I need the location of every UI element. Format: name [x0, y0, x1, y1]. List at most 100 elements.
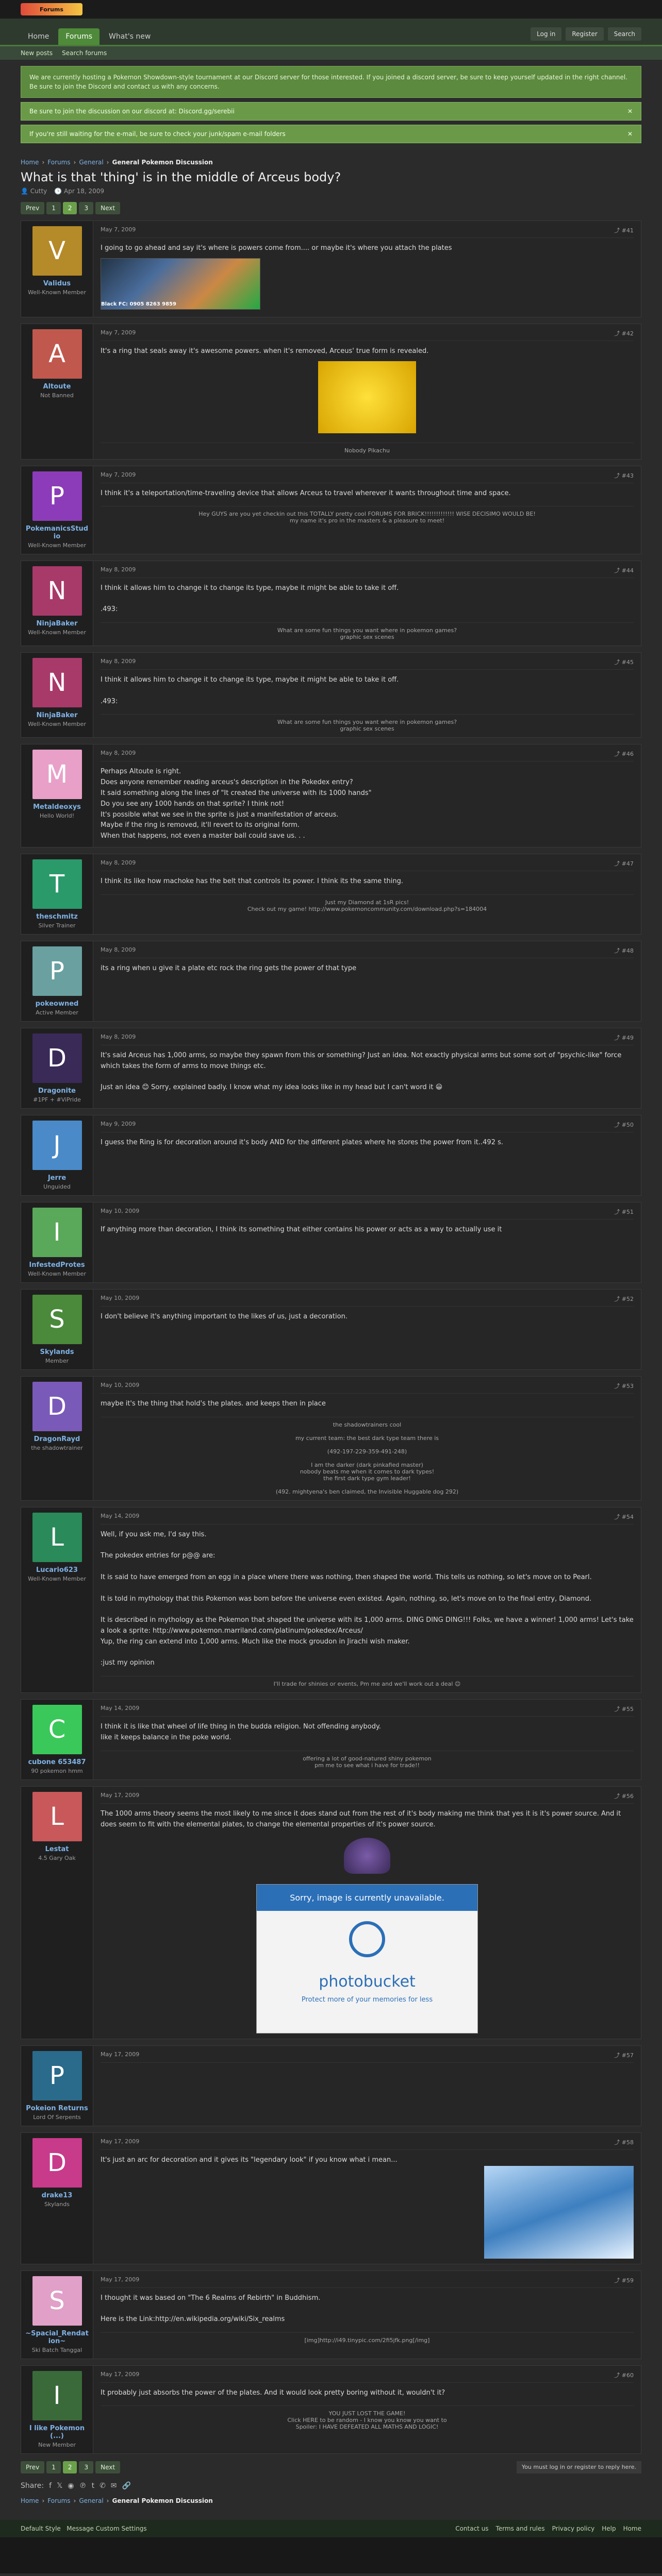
- post-number[interactable]: ⤴ #51: [614, 1208, 634, 1216]
- nav-tab-whats-new[interactable]: What's new: [102, 28, 158, 45]
- post-date[interactable]: May 17, 2009: [101, 1792, 139, 1800]
- post-date[interactable]: May 14, 2009: [101, 1513, 139, 1521]
- avatar[interactable]: I: [32, 2370, 82, 2420]
- search-button[interactable]: Search: [607, 27, 641, 41]
- footer-link-contact[interactable]: Contact us: [455, 2525, 488, 2532]
- avatar[interactable]: D: [32, 1381, 82, 1431]
- page-link[interactable]: 1: [46, 202, 61, 214]
- post-number[interactable]: ⤴ #50: [614, 1121, 634, 1129]
- share-icon[interactable]: ⤴: [614, 1122, 620, 1128]
- post-number[interactable]: ⤴ #41: [614, 226, 634, 234]
- next-page-button[interactable]: Next: [95, 2461, 121, 2473]
- post-username[interactable]: Pokeion Returns: [25, 2105, 89, 2112]
- share-icon[interactable]: ⤴: [614, 2139, 620, 2146]
- breadcrumb-general[interactable]: General: [79, 2497, 103, 2504]
- post-number[interactable]: ⤴ #43: [614, 471, 634, 480]
- breadcrumb-forums[interactable]: Forums: [47, 159, 70, 166]
- share-icon[interactable]: ⤴: [614, 659, 620, 666]
- subnav-new-posts[interactable]: New posts: [21, 49, 53, 57]
- post-number[interactable]: ⤴ #58: [614, 2138, 634, 2146]
- facebook-icon[interactable]: f: [49, 2482, 52, 2490]
- post-number[interactable]: ⤴ #52: [614, 1295, 634, 1303]
- share-icon[interactable]: ⤴: [614, 1514, 620, 1520]
- post-username[interactable]: Skylands: [25, 1348, 89, 1356]
- post-number[interactable]: ⤴ #48: [614, 946, 634, 955]
- share-icon[interactable]: ⤴: [614, 1209, 620, 1215]
- post-date[interactable]: May 7, 2009: [101, 329, 136, 337]
- post-number[interactable]: ⤴ #53: [614, 1382, 634, 1390]
- post-date[interactable]: May 8, 2009: [101, 859, 136, 868]
- breadcrumb-home[interactable]: Home: [21, 2497, 39, 2504]
- avatar[interactable]: I: [32, 1207, 82, 1257]
- post-username[interactable]: I like Pokemon (...): [25, 2425, 89, 2440]
- share-icon[interactable]: ⤴: [614, 2277, 620, 2284]
- avatar[interactable]: P: [32, 2050, 82, 2100]
- avatar[interactable]: S: [32, 2276, 82, 2326]
- post-username[interactable]: theschmitz: [25, 913, 89, 921]
- subnav-search-forums[interactable]: Search forums: [62, 49, 107, 57]
- email-icon[interactable]: ✉: [111, 2482, 117, 2490]
- share-icon[interactable]: ⤴: [614, 472, 620, 479]
- post-date[interactable]: May 8, 2009: [101, 658, 136, 666]
- share-icon[interactable]: ⤴: [614, 751, 620, 757]
- site-logo[interactable]: Forums: [21, 3, 82, 15]
- post-date[interactable]: May 9, 2009: [101, 1121, 136, 1129]
- avatar[interactable]: S: [32, 1294, 82, 1344]
- post-date[interactable]: May 17, 2009: [101, 2051, 139, 2059]
- avatar[interactable]: L: [32, 1512, 82, 1562]
- post-date[interactable]: May 17, 2009: [101, 2138, 139, 2146]
- post-date[interactable]: May 10, 2009: [101, 1382, 139, 1390]
- breadcrumb-general[interactable]: General: [79, 159, 103, 166]
- share-icon[interactable]: ⤴: [614, 1793, 620, 1800]
- style-chooser[interactable]: Default Style: [21, 2525, 61, 2532]
- footer-link-help[interactable]: Help: [602, 2525, 616, 2532]
- post-number[interactable]: ⤴ #42: [614, 329, 634, 337]
- page-link[interactable]: 3: [79, 202, 94, 214]
- login-button[interactable]: Log in: [531, 27, 562, 41]
- post-date[interactable]: May 8, 2009: [101, 1033, 136, 1042]
- post-username[interactable]: Altoute: [25, 383, 89, 391]
- post-username[interactable]: cubone 653487: [25, 1758, 89, 1766]
- post-date[interactable]: May 8, 2009: [101, 566, 136, 574]
- breadcrumb-forums[interactable]: Forums: [47, 2497, 70, 2504]
- breadcrumb-current[interactable]: General Pokemon Discussion: [112, 159, 212, 166]
- avatar[interactable]: P: [32, 946, 82, 996]
- post-username[interactable]: Lucario623: [25, 1566, 89, 1574]
- post-date[interactable]: May 7, 2009: [101, 471, 136, 480]
- close-icon[interactable]: ✕: [627, 108, 633, 115]
- close-icon[interactable]: ✕: [627, 130, 633, 138]
- avatar[interactable]: D: [32, 1033, 82, 1083]
- share-icon[interactable]: ⤴: [614, 1035, 620, 1041]
- share-icon[interactable]: ⤴: [614, 947, 620, 954]
- custom-settings-link[interactable]: Message Custom Settings: [67, 2525, 146, 2532]
- post-username[interactable]: Metaldeoxys: [25, 803, 89, 811]
- pinterest-icon[interactable]: ℗: [79, 2482, 87, 2490]
- post-date[interactable]: May 14, 2009: [101, 1705, 139, 1713]
- post-number[interactable]: ⤴ #54: [614, 1513, 634, 1521]
- footer-link-home[interactable]: Home: [623, 2525, 641, 2532]
- post-date[interactable]: May 17, 2009: [101, 2371, 139, 2379]
- twitter-icon[interactable]: 𝕏: [57, 2482, 62, 2490]
- register-button[interactable]: Register: [566, 27, 604, 41]
- post-date[interactable]: May 7, 2009: [101, 226, 136, 234]
- post-number[interactable]: ⤴ #45: [614, 658, 634, 666]
- post-username[interactable]: InfestedProtes: [25, 1261, 89, 1269]
- avatar[interactable]: N: [32, 566, 82, 616]
- post-username[interactable]: ~Spacial_Rendation~: [25, 2330, 89, 2345]
- tumblr-icon[interactable]: t: [92, 2482, 95, 2490]
- avatar[interactable]: C: [32, 1705, 82, 1755]
- post-username[interactable]: Jerre: [25, 1174, 89, 1182]
- post-username[interactable]: PokemanicsStudio: [25, 525, 89, 540]
- post-username[interactable]: Validus: [25, 280, 89, 287]
- breadcrumb-current[interactable]: General Pokemon Discussion: [112, 2497, 212, 2504]
- post-username[interactable]: DragonRayd: [25, 1435, 89, 1443]
- share-icon[interactable]: ⤴: [614, 330, 620, 337]
- post-date[interactable]: May 8, 2009: [101, 750, 136, 758]
- post-username[interactable]: Dragonite: [25, 1087, 89, 1095]
- whatsapp-icon[interactable]: ✆: [100, 2482, 106, 2490]
- avatar[interactable]: L: [32, 1792, 82, 1842]
- post-number[interactable]: ⤴ #44: [614, 566, 634, 574]
- post-number[interactable]: ⤴ #56: [614, 1792, 634, 1800]
- post-number[interactable]: ⤴ #60: [614, 2371, 634, 2379]
- avatar[interactable]: V: [32, 226, 82, 276]
